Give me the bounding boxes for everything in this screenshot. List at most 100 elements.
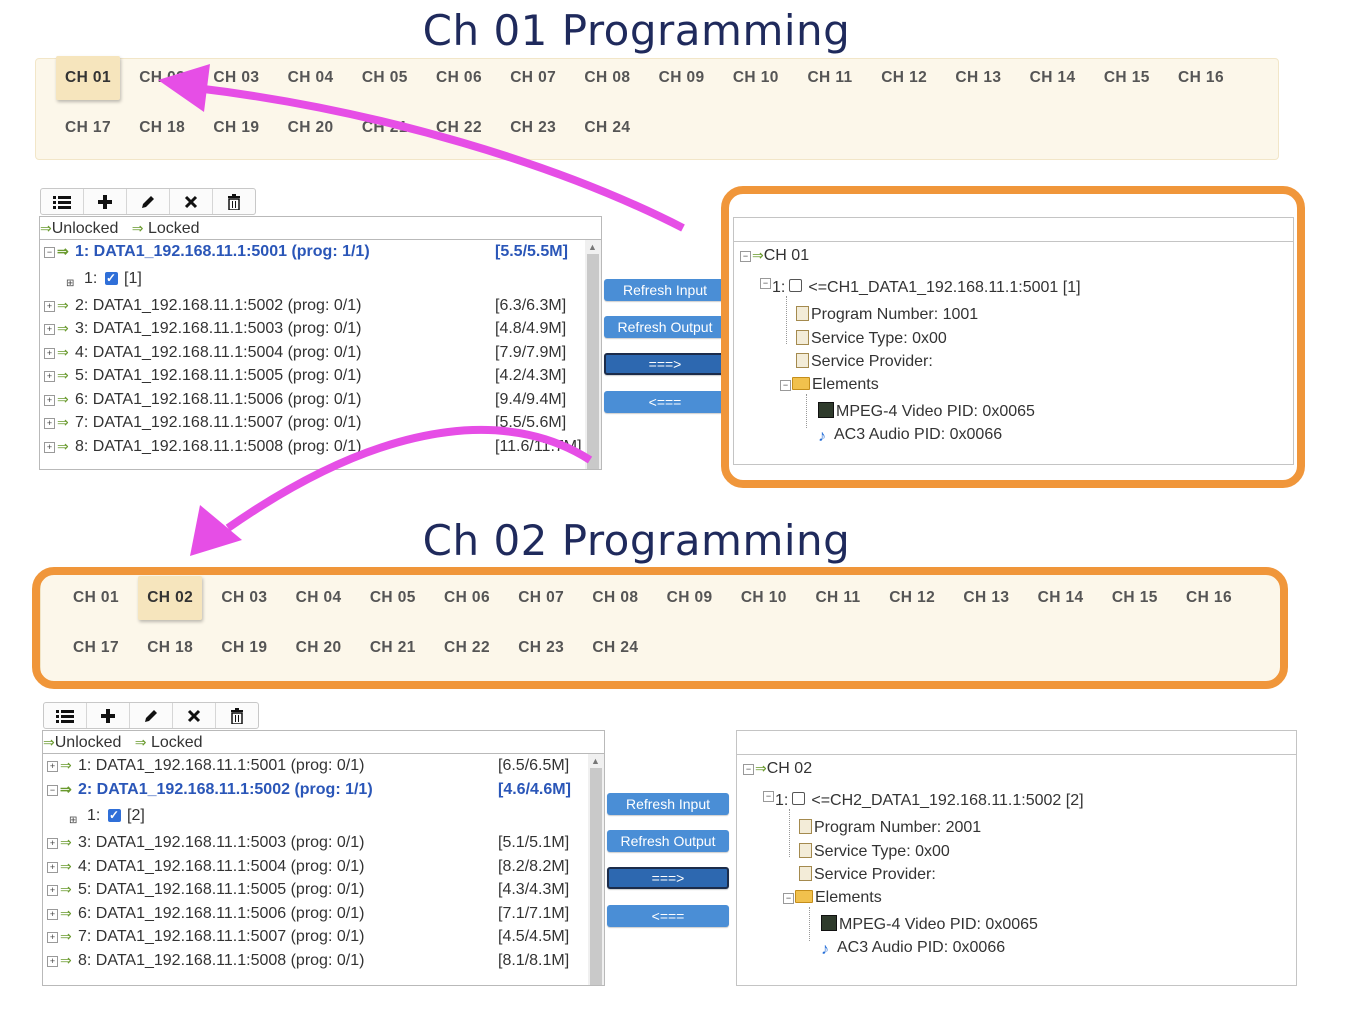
tab-ch-19[interactable]: CH 19 xyxy=(204,110,268,146)
plus-button[interactable] xyxy=(84,189,127,214)
tab-ch-07[interactable]: CH 07 xyxy=(509,580,573,616)
tab-ch-03[interactable]: CH 03 xyxy=(204,60,268,96)
expand-icon[interactable]: + xyxy=(47,908,58,920)
refresh-input-button[interactable]: Refresh Input xyxy=(604,279,726,301)
scroll-up-icon[interactable]: ▲ xyxy=(591,756,600,766)
add-program-button[interactable]: ===> xyxy=(607,867,729,889)
input-row[interactable]: + ⇒ 3: DATA1_192.168.11.1:5003 (prog: 0/1)… xyxy=(43,831,604,855)
collapse-icon[interactable]: − xyxy=(763,791,774,802)
tab-ch-23[interactable]: CH 23 xyxy=(509,630,573,666)
remove-program-button[interactable]: <=== xyxy=(607,905,729,927)
program-checkbox[interactable] xyxy=(105,263,118,293)
input-row[interactable]: + ⇒ 7: DATA1_192.168.11.1:5007 (prog: 0/1)… xyxy=(43,925,604,949)
tab-ch-13[interactable]: CH 13 xyxy=(946,60,1010,96)
input-row[interactable]: + ⇒ 7: DATA1_192.168.11.1:5007 (prog: 0/1)… xyxy=(40,411,601,435)
tab-ch-20[interactable]: CH 20 xyxy=(279,110,343,146)
collapse-icon[interactable]: − xyxy=(780,380,791,391)
plus-button[interactable] xyxy=(87,703,130,728)
input-row[interactable]: + ⇒ 8: DATA1_192.168.11.1:5008 (prog: 0/1)… xyxy=(43,949,604,973)
collapse-icon[interactable]: − xyxy=(44,247,55,258)
input-row[interactable]: − ⇒ 2: DATA1_192.168.11.1:5002 (prog: 1/1)… xyxy=(43,778,604,802)
expand-icon[interactable]: + xyxy=(44,441,55,453)
collapse-icon[interactable]: − xyxy=(47,784,58,796)
expand-icon[interactable]: + xyxy=(44,371,55,382)
tab-ch-01[interactable]: CH 01 xyxy=(64,580,128,616)
output-channel-node[interactable]: − ⇒CH 02 xyxy=(743,760,812,778)
tab-ch-22[interactable]: CH 22 xyxy=(427,110,491,146)
tab-ch-24[interactable]: CH 24 xyxy=(583,630,647,666)
tab-ch-08[interactable]: CH 08 xyxy=(575,60,639,96)
expand-icon[interactable]: + xyxy=(47,955,58,967)
tab-ch-09[interactable]: CH 09 xyxy=(650,60,714,96)
tab-ch-10[interactable]: CH 10 xyxy=(724,60,788,96)
refresh-output-button[interactable]: Refresh Output xyxy=(604,316,726,338)
tab-ch-03[interactable]: CH 03 xyxy=(212,580,276,616)
expand-icon[interactable]: + xyxy=(44,300,55,312)
tab-ch-17[interactable]: CH 17 xyxy=(64,630,128,666)
list-button[interactable] xyxy=(44,703,87,728)
refresh-output-button[interactable]: Refresh Output xyxy=(607,830,729,852)
tab-ch-01[interactable]: CH 01 xyxy=(56,56,120,100)
tab-ch-16[interactable]: CH 16 xyxy=(1169,60,1233,96)
expand-icon[interactable]: + xyxy=(44,394,55,406)
input-row[interactable]: + ⇒ 6: DATA1_192.168.11.1:5006 (prog: 0/1)… xyxy=(40,388,601,412)
expand-icon[interactable]: + xyxy=(47,932,58,943)
input-row[interactable]: + ⇒ 8: DATA1_192.168.11.1:5008 (prog: 0/1)… xyxy=(40,435,601,459)
collapse-icon[interactable]: − xyxy=(783,893,794,904)
trash-button[interactable] xyxy=(213,189,255,214)
tab-ch-06[interactable]: CH 06 xyxy=(435,580,499,616)
output-program-node[interactable]: −1: <=CH2_DATA1_192.168.11.1:5002 [2] xyxy=(763,791,1084,810)
refresh-input-button[interactable]: Refresh Input xyxy=(607,793,729,815)
scroll-up-icon[interactable]: ▲ xyxy=(588,242,597,252)
tab-ch-24[interactable]: CH 24 xyxy=(575,110,639,146)
tab-ch-11[interactable]: CH 11 xyxy=(806,580,870,616)
input-row[interactable]: + ⇒ 3: DATA1_192.168.11.1:5003 (prog: 0/1)… xyxy=(40,317,601,341)
input-row[interactable]: + ⇒ 5: DATA1_192.168.11.1:5005 (prog: 0/1)… xyxy=(40,364,601,388)
program-row[interactable]: ⊞1:[1] xyxy=(40,263,601,294)
tab-ch-19[interactable]: CH 19 xyxy=(212,630,276,666)
trash-button[interactable] xyxy=(216,703,258,728)
tab-ch-18[interactable]: CH 18 xyxy=(130,110,194,146)
tab-ch-22[interactable]: CH 22 xyxy=(435,630,499,666)
expand-icon[interactable]: + xyxy=(47,761,58,772)
tab-ch-04[interactable]: CH 04 xyxy=(287,580,351,616)
tab-ch-20[interactable]: CH 20 xyxy=(287,630,351,666)
tab-ch-14[interactable]: CH 14 xyxy=(1029,580,1093,616)
tab-ch-11[interactable]: CH 11 xyxy=(798,60,862,96)
tab-ch-17[interactable]: CH 17 xyxy=(56,110,120,146)
expand-icon[interactable]: + xyxy=(44,347,55,359)
expand-icon[interactable]: + xyxy=(47,885,58,896)
pencil-button[interactable] xyxy=(127,189,170,214)
scrollbar-thumb[interactable] xyxy=(587,254,599,469)
tab-ch-09[interactable]: CH 09 xyxy=(658,580,722,616)
scrollbar[interactable]: ▲ xyxy=(588,754,604,985)
tab-ch-15[interactable]: CH 15 xyxy=(1095,60,1159,96)
tab-ch-18[interactable]: CH 18 xyxy=(138,630,202,666)
scrollbar[interactable]: ▲ xyxy=(585,240,601,469)
tab-ch-05[interactable]: CH 05 xyxy=(353,60,417,96)
close-button[interactable] xyxy=(173,703,216,728)
tab-ch-06[interactable]: CH 06 xyxy=(427,60,491,96)
output-program-node[interactable]: −1: <=CH1_DATA1_192.168.11.1:5001 [1] xyxy=(760,278,1081,297)
tab-ch-08[interactable]: CH 08 xyxy=(583,580,647,616)
tab-ch-23[interactable]: CH 23 xyxy=(501,110,565,146)
tab-ch-04[interactable]: CH 04 xyxy=(279,60,343,96)
collapse-icon[interactable]: − xyxy=(760,278,771,289)
input-row[interactable]: + ⇒ 6: DATA1_192.168.11.1:5006 (prog: 0/1)… xyxy=(43,902,604,926)
program-row[interactable]: ⊞1:[2] xyxy=(43,800,604,831)
elements-node[interactable]: − Elements xyxy=(780,376,879,394)
close-button[interactable] xyxy=(170,189,213,214)
input-row[interactable]: + ⇒ 1: DATA1_192.168.11.1:5001 (prog: 0/1)… xyxy=(43,754,604,778)
expand-icon[interactable]: + xyxy=(44,324,55,335)
list-button[interactable] xyxy=(41,189,84,214)
tab-ch-13[interactable]: CH 13 xyxy=(954,580,1018,616)
input-row[interactable]: + ⇒ 2: DATA1_192.168.11.1:5002 (prog: 0/1)… xyxy=(40,294,601,318)
collapse-icon[interactable]: − xyxy=(743,764,754,775)
input-row[interactable]: + ⇒ 4: DATA1_192.168.11.1:5004 (prog: 0/1)… xyxy=(40,341,601,365)
input-row[interactable]: + ⇒ 5: DATA1_192.168.11.1:5005 (prog: 0/1)… xyxy=(43,878,604,902)
elements-node[interactable]: − Elements xyxy=(783,889,882,907)
expand-icon[interactable]: + xyxy=(47,861,58,873)
tab-ch-02[interactable]: CH 02 xyxy=(130,60,194,96)
remove-program-button[interactable]: <=== xyxy=(604,391,726,413)
tab-ch-10[interactable]: CH 10 xyxy=(732,580,796,616)
